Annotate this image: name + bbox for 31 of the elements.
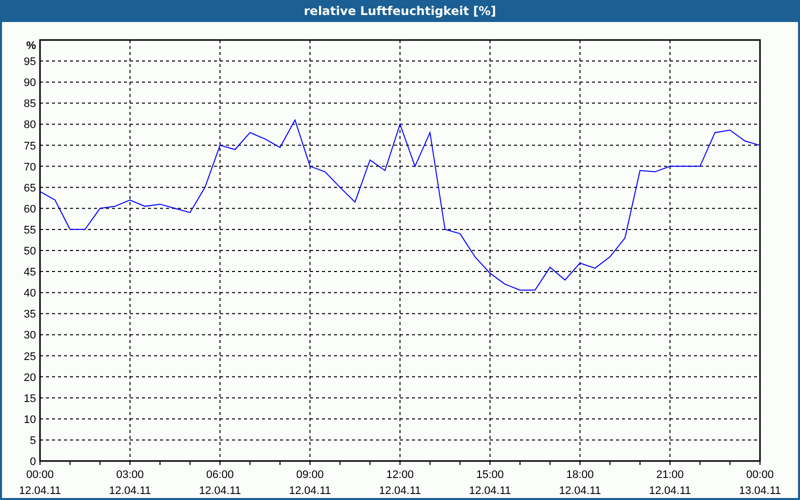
y-tick-label: 70 <box>24 161 36 174</box>
y-tick-label: 35 <box>24 308 36 321</box>
y-tick-label: 65 <box>24 182 36 194</box>
y-tick-label: 85 <box>24 98 36 110</box>
x-tick-label: 00:00 13.04.11 <box>739 469 781 497</box>
y-tick-label: 20 <box>24 372 36 384</box>
y-tick-label: 30 <box>24 330 36 342</box>
y-tick-label: 25 <box>24 350 36 363</box>
y-tick-label: 75 <box>24 140 36 152</box>
y-tick-label: 5 <box>30 434 36 447</box>
y-tick-label: 90 <box>24 77 36 90</box>
x-tick-label: 21:00 12.04.11 <box>649 469 691 497</box>
x-tick-label: 18:00 12.04.11 <box>559 469 601 497</box>
y-tick-label: 45 <box>24 266 36 279</box>
chart-title: relative Luftfeuchtigkeit [%] <box>304 4 496 18</box>
x-tick-label: 06:00 12.04.11 <box>199 469 241 497</box>
x-tick-label: 09:00 12.04.11 <box>289 469 331 497</box>
x-tick-label: 00:00 12.04.11 <box>19 469 61 497</box>
y-axis-unit: % <box>26 40 36 52</box>
y-tick-label: 55 <box>24 224 36 236</box>
y-tick-label: 50 <box>24 246 36 258</box>
y-tick-label: 15 <box>24 392 36 405</box>
x-tick-label: 03:00 12.04.11 <box>109 469 151 497</box>
y-tick-label: 40 <box>24 288 36 300</box>
x-tick-label: 12:00 12.04.11 <box>379 469 421 497</box>
y-tick-label: 10 <box>24 414 36 426</box>
y-tick-label: 60 <box>24 203 36 216</box>
y-tick-label: 95 <box>24 56 36 68</box>
y-tick-label: 80 <box>24 119 36 132</box>
y-tick-label: 0 <box>30 456 36 468</box>
x-tick-label: 15:00 12.04.11 <box>469 469 511 497</box>
